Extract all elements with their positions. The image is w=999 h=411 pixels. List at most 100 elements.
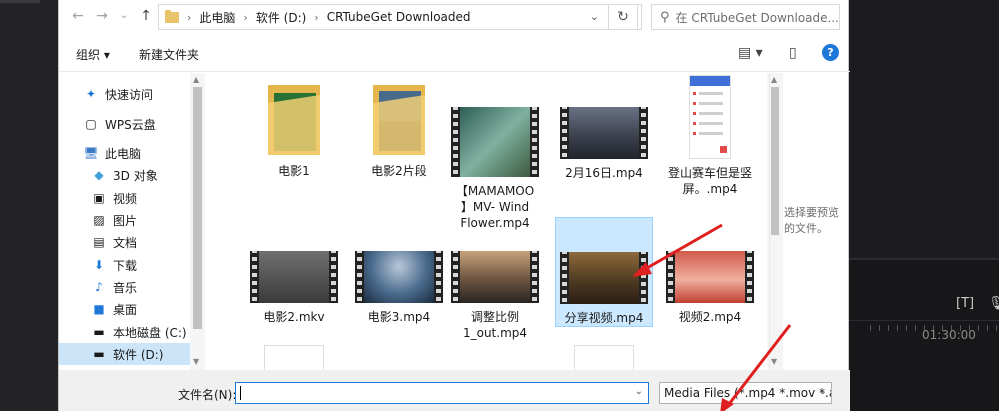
file-item-video-selected[interactable]: 分享视频.mp4 [555, 217, 653, 327]
nav-downloads[interactable]: ⬇ 下载 [59, 254, 205, 276]
file-name-line: 屏。.mp4 [682, 182, 738, 196]
file-name: 视频2.mp4 [678, 310, 742, 324]
nav-videos[interactable]: ▣ 视频 [59, 187, 205, 209]
computer-icon: 🖥 [83, 146, 99, 160]
file-name-line: 【MAMAMOO [455, 184, 535, 198]
scroll-up-icon[interactable]: ▲ [193, 75, 199, 84]
scroll-down-icon[interactable]: ▼ [193, 357, 199, 366]
nav-label: 软件 (D:) [113, 347, 164, 362]
back-arrow-icon[interactable]: ← [69, 8, 87, 24]
preview-pane-icon[interactable]: ▯ [789, 45, 797, 61]
folder-icon [371, 81, 427, 157]
file-name-line: Flower.mp4 [460, 216, 530, 230]
nav-desktop[interactable]: ■ 桌面 [59, 298, 205, 320]
video-thumbnail [451, 251, 539, 303]
background-preview-area [849, 0, 999, 260]
file-item-video[interactable]: 视频2.mp4 [660, 241, 760, 325]
nav-label: 音乐 [113, 280, 138, 295]
file-item-folder[interactable]: 电影2片段 [350, 81, 448, 179]
file-item-video[interactable]: 调整比例 1_out.mp4 [445, 241, 545, 341]
download-icon: ⬇ [93, 258, 105, 272]
address-dropdown-icon[interactable]: ⌄ [590, 10, 599, 23]
forward-arrow-icon[interactable]: → [93, 8, 111, 24]
nav-this-pc[interactable]: 🖥 此电脑 [59, 142, 205, 164]
nav-3d-objects[interactable]: ◆ 3D 对象 [59, 164, 205, 186]
nav-label: 本地磁盘 (C:) [113, 325, 187, 340]
nav-drive-c[interactable]: ▬ 本地磁盘 (C:) [59, 321, 205, 343]
video-thumbnail [560, 252, 648, 304]
nav-label: 3D 对象 [113, 168, 158, 183]
background-left-panel [0, 0, 58, 411]
new-folder-button[interactable]: 新建文件夹 [139, 46, 199, 63]
organize-button[interactable]: 组织 ▾ [76, 46, 110, 63]
nav-music[interactable]: ♪ 音乐 [59, 276, 205, 298]
file-name: 电影2.mkv [263, 310, 325, 324]
nav-label: 图片 [113, 213, 138, 228]
nav-pictures[interactable]: ▨ 图片 [59, 209, 205, 231]
file-list: 电影1 电影2片段 【MAMAMOO 】MV- Wind Flower.mp4 … [205, 73, 769, 370]
cloud-doc-icon: ▢ [85, 117, 97, 131]
text-caret [240, 386, 241, 400]
file-item-partial[interactable] [245, 345, 343, 370]
file-item-image[interactable]: 登山赛车但是竖 屏。.mp4 [660, 75, 760, 197]
image-thumbnail [689, 75, 731, 159]
navigation-pane: ✦ 快速访问 ▢ WPS云盘 🖥 此电脑 ◆ 3D 对象 ▣ 视频 ▨ 图片 ▤ 文档 ⬇ 下载… [59, 73, 205, 370]
nav-quick-access[interactable]: ✦ 快速访问 [59, 83, 205, 105]
file-item-video[interactable]: 2月16日.mp4 [555, 81, 653, 181]
file-item-video[interactable]: 【MAMAMOO 】MV- Wind Flower.mp4 [445, 81, 545, 231]
up-arrow-icon[interactable]: ↑ [137, 8, 155, 24]
chevron-right-icon[interactable]: › [243, 11, 247, 24]
command-toolbar: 组织 ▾ 新建文件夹 ▤ ▾ ▯ ? [59, 36, 850, 72]
file-item-folder[interactable]: 电影1 [245, 81, 343, 179]
nav-drive-d[interactable]: ▬ 软件 (D:) [59, 343, 205, 365]
text-tool-icon[interactable]: [T] [956, 296, 974, 311]
timeline-timecode: 01:30:00 [922, 328, 976, 342]
file-name-line: 1_out.mp4 [462, 326, 528, 340]
dialog-footer: 文件名(N): ⌄ Media Files (*.mp4 *.mov *.a ⌄ [59, 370, 850, 411]
nav-label: 文档 [113, 235, 138, 250]
pin-icon: ✦ [85, 87, 97, 101]
search-icon: ⚲ [660, 9, 670, 25]
file-item-partial[interactable] [555, 345, 653, 370]
microphone-icon[interactable]: 🎙 [988, 296, 999, 311]
chevron-down-icon[interactable]: ⌄ [635, 386, 643, 397]
document-icon [574, 345, 634, 370]
file-name: 2月16日.mp4 [565, 166, 643, 180]
breadcrumb-this-pc[interactable]: 此电脑 [199, 9, 235, 26]
search-placeholder: 在 CRTubeGet Downloade... [675, 10, 839, 25]
file-type-select[interactable]: Media Files (*.mp4 *.mov *.a ⌄ [659, 382, 832, 404]
nav-documents[interactable]: ▤ 文档 [59, 231, 205, 253]
help-icon[interactable]: ? [822, 44, 839, 61]
preview-pane: 选择要预览的文件。 [769, 73, 850, 370]
nav-label: 桌面 [113, 302, 138, 317]
preview-placeholder: 选择要预览的文件。 [784, 206, 839, 235]
folder-icon [165, 9, 179, 23]
nav-label: 视频 [113, 191, 138, 206]
address-bar[interactable]: › 此电脑 › 软件 (D:) › CRTubeGet Downloaded ⌄ [158, 4, 642, 30]
folder-icon [266, 81, 322, 157]
file-item-video[interactable]: 电影2.mkv [245, 241, 343, 325]
filename-input[interactable]: ⌄ [235, 382, 649, 404]
recent-dropdown-icon[interactable]: ⌄ [115, 10, 133, 21]
breadcrumb-folder[interactable]: CRTubeGet Downloaded [327, 10, 471, 24]
music-icon: ♪ [95, 280, 103, 294]
refresh-button[interactable]: ↻ [608, 4, 638, 30]
file-name-line: 登山赛车但是竖 [667, 166, 752, 180]
nav-scrollbar[interactable]: ▲ ▼ [190, 73, 205, 370]
nav-label: 快速访问 [105, 87, 154, 102]
address-bar-row: ← → ⌄ ↑ › 此电脑 › 软件 (D:) › CRTubeGet Down… [59, 0, 850, 36]
view-options-icon[interactable]: ▤ ▾ [738, 45, 763, 61]
breadcrumb-drive-d[interactable]: 软件 (D:) [256, 9, 306, 26]
chevron-right-icon[interactable]: › [314, 11, 318, 24]
chevron-right-icon[interactable]: › [187, 11, 191, 24]
file-type-value: Media Files (*.mp4 *.mov *.a [664, 386, 832, 400]
file-item-video[interactable]: 电影3.mp4 [350, 241, 448, 325]
nav-scroll-thumb[interactable] [193, 87, 202, 329]
search-input[interactable]: ⚲ 在 CRTubeGet Downloade... [651, 4, 840, 30]
nav-label: WPS云盘 [105, 117, 156, 132]
nav-label: 此电脑 [105, 146, 142, 161]
refresh-icon: ↻ [617, 9, 629, 25]
file-name: 电影2片段 [371, 164, 427, 178]
nav-wps-cloud[interactable]: ▢ WPS云盘 [59, 113, 205, 135]
desktop-icon: ■ [93, 302, 105, 316]
